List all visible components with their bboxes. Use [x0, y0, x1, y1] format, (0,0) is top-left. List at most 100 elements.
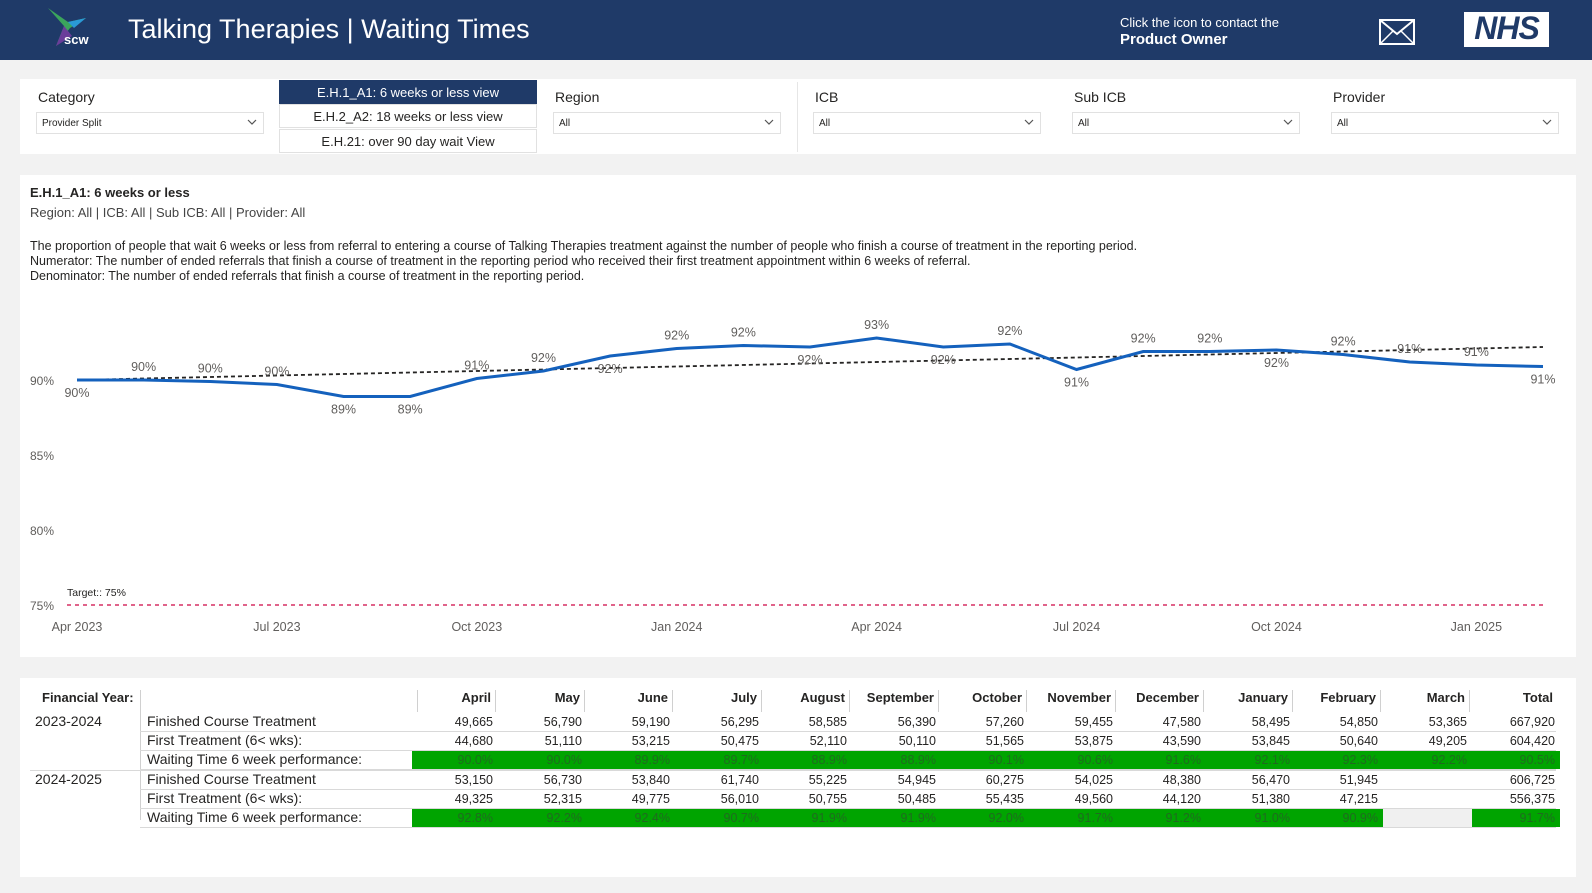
- table-cell: 49,325: [454, 792, 493, 806]
- y-tick-label: 75%: [30, 599, 54, 613]
- category-dropdown[interactable]: Provider Split: [36, 112, 264, 134]
- table-cell: 53,875: [1074, 734, 1113, 748]
- performance-cell: 90.7%: [675, 809, 764, 827]
- x-tick-label: Jul 2024: [1053, 620, 1100, 634]
- table-cell: 556,375: [1509, 792, 1555, 806]
- table-cell: 53,215: [631, 734, 670, 748]
- month-header: January: [1238, 690, 1288, 705]
- subicb-dropdown[interactable]: All: [1072, 112, 1300, 134]
- performance-cell: 89.9%: [587, 751, 675, 769]
- data-label: 92%: [598, 362, 623, 376]
- performance-cell: 92.0%: [941, 809, 1029, 827]
- contact-text: Click the icon to contact the: [1120, 15, 1279, 30]
- numerator-description: Numerator: The number of ended referrals…: [30, 254, 971, 268]
- data-label: 91%: [1464, 345, 1489, 359]
- y-tick-label: 80%: [30, 524, 54, 538]
- month-header: October: [972, 690, 1022, 705]
- fy-header: Financial Year:: [42, 690, 134, 705]
- data-label: 90%: [64, 386, 89, 400]
- subicb-label: Sub ICB: [1074, 89, 1127, 105]
- performance-cell: 92.3%: [1295, 751, 1383, 769]
- performance-cell: 91.2%: [1118, 809, 1206, 827]
- performance-cell: 90.1%: [941, 751, 1029, 769]
- y-tick-label: 85%: [30, 449, 54, 463]
- column-divider: [672, 690, 673, 712]
- table-cell: 604,420: [1509, 734, 1555, 748]
- provider-dropdown[interactable]: All: [1331, 112, 1559, 134]
- data-label: 92%: [531, 351, 556, 365]
- row-label: Finished Course Treatment: [147, 771, 316, 787]
- page-title: Talking Therapies | Waiting Times: [128, 14, 530, 44]
- y-tick-label: 90%: [30, 374, 54, 388]
- table-cell: 50,110: [898, 734, 936, 748]
- data-label: 92%: [931, 353, 956, 367]
- table-cell: 56,295: [720, 715, 759, 729]
- logo-text: scw: [64, 32, 89, 47]
- column-divider: [1203, 690, 1204, 712]
- performance-cell: 90.0%: [412, 751, 498, 769]
- view-18weeks-button[interactable]: E.H.2_A2: 18 weeks or less view: [279, 104, 537, 128]
- divider: [797, 82, 798, 152]
- nhs-logo: NHS: [1464, 10, 1549, 47]
- mail-icon[interactable]: [1379, 17, 1415, 47]
- table-cell: 56,790: [543, 715, 582, 729]
- column-divider: [495, 690, 496, 712]
- table-cell: 56,730: [543, 773, 582, 787]
- view-90day-button[interactable]: E.H.21: over 90 day wait View: [279, 129, 537, 153]
- table-cell: 50,640: [1339, 734, 1378, 748]
- performance-cell: 90.5%: [1472, 751, 1560, 769]
- chevron-down-icon: [1283, 119, 1293, 125]
- data-label: 92%: [997, 324, 1022, 338]
- column-divider: [849, 690, 850, 712]
- nhs-logo-text: NHS: [1474, 10, 1540, 46]
- month-header: December: [1136, 690, 1199, 705]
- table-cell: 56,390: [897, 715, 936, 729]
- table-cell: [1383, 790, 1472, 808]
- x-tick-label: Jul 2023: [253, 620, 300, 634]
- row-label: Waiting Time 6 week performance:: [147, 809, 363, 825]
- data-label: 90%: [131, 360, 156, 374]
- month-header: May: [554, 690, 580, 705]
- region-dropdown[interactable]: All: [553, 112, 781, 134]
- table-cell: 57,260: [985, 715, 1024, 729]
- performance-cell: 89.7%: [675, 751, 764, 769]
- chevron-down-icon: [1542, 119, 1552, 125]
- chart-description: The proportion of people that wait 6 wee…: [30, 239, 1138, 253]
- row-label: First Treatment (6< wks):: [147, 732, 303, 748]
- column-divider: [1115, 690, 1116, 712]
- x-tick-label: Jan 2025: [1451, 620, 1502, 634]
- row-label: Waiting Time 6 week performance:: [147, 751, 363, 767]
- view-6weeks-button[interactable]: E.H.1_A1: 6 weeks or less view: [279, 80, 537, 104]
- performance-cell: 91.0%: [1206, 809, 1295, 827]
- table-cell: 56,470: [1251, 773, 1290, 787]
- icb-dropdown[interactable]: All: [813, 112, 1041, 134]
- performance-cell: 92.1%: [1206, 751, 1295, 769]
- data-label: 92%: [1131, 332, 1156, 346]
- month-header: July: [730, 690, 757, 705]
- financial-year-label: 2024-2025: [35, 771, 102, 787]
- performance-cell: 91.7%: [1029, 809, 1118, 827]
- table-cell: 54,025: [1074, 773, 1113, 787]
- data-label: 91%: [464, 359, 489, 373]
- product-owner-text: Product Owner: [1120, 31, 1228, 48]
- year-divider: [30, 770, 1556, 771]
- table-cell: 53,845: [1251, 734, 1290, 748]
- region-value: All: [559, 118, 571, 129]
- x-tick-label: Oct 2024: [1251, 620, 1302, 634]
- column-divider: [584, 690, 585, 712]
- performance-cell: 92.4%: [587, 809, 675, 827]
- performance-cell: 92.2%: [1383, 751, 1472, 769]
- month-header: February: [1320, 690, 1376, 705]
- table-cell: 52,110: [809, 734, 847, 748]
- performance-cell: 91.7%: [1472, 809, 1560, 827]
- column-divider: [1380, 690, 1381, 712]
- chevron-down-icon: [764, 119, 774, 125]
- table-cell: 51,565: [985, 734, 1024, 748]
- data-label: 91%: [1397, 342, 1422, 356]
- month-header: November: [1047, 690, 1111, 705]
- chevron-down-icon: [1024, 119, 1034, 125]
- performance-cell: 88.9%: [764, 751, 852, 769]
- column-divider: [140, 690, 141, 820]
- data-label: 92%: [664, 329, 689, 343]
- table-cell: 47,580: [1162, 715, 1201, 729]
